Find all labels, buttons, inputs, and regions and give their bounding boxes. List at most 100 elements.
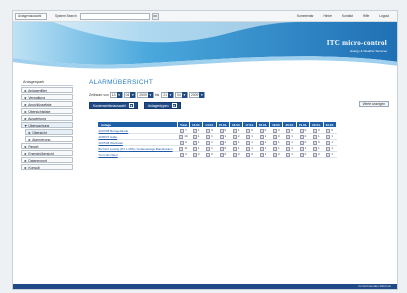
alarm-icon[interactable] xyxy=(326,134,331,139)
alarm-icon[interactable] xyxy=(313,134,318,139)
alarm-icon[interactable] xyxy=(272,134,277,139)
alarm-icon[interactable] xyxy=(299,152,304,157)
alarm-icon[interactable] xyxy=(219,146,224,151)
alarm-icon[interactable] xyxy=(259,152,264,157)
alarm-icon[interactable] xyxy=(259,134,264,139)
system-search-input[interactable] xyxy=(79,12,150,20)
alarm-count: 3 xyxy=(185,152,187,157)
sidebar-item-konsult[interactable]: ► Konsult xyxy=(21,164,73,170)
sidebar-item-anlagenfilter[interactable]: ► Anlagenfilter xyxy=(21,87,73,93)
alarm-icon[interactable] xyxy=(180,152,185,157)
alarm-icon[interactable] xyxy=(192,140,197,145)
sidebar-item-verwaltung[interactable]: ► Verwaltung xyxy=(21,94,73,100)
alarm-icon[interactable] xyxy=(179,134,184,139)
alarm-icon[interactable] xyxy=(326,152,331,157)
alarm-icon[interactable] xyxy=(206,152,211,157)
to-year-select[interactable]: 2009 ▼ xyxy=(188,92,206,98)
alarm-icon[interactable] xyxy=(272,146,277,151)
plant-select[interactable]: Anlagenauswahl xyxy=(15,12,47,20)
plant-type-select[interactable]: Anlagentypen ▼ xyxy=(143,102,181,109)
alarm-icon[interactable] xyxy=(299,134,304,139)
alarm-icon[interactable] xyxy=(313,152,318,157)
alarm-icon[interactable] xyxy=(286,140,291,145)
alarm-icon[interactable] xyxy=(299,140,304,145)
alarm-icon[interactable] xyxy=(206,134,211,139)
alarm-icon[interactable] xyxy=(286,134,291,139)
sidebar-item-energieuebersicht[interactable]: ► Energieübersicht xyxy=(21,150,73,156)
cost-center-select[interactable]: Kostenstellenauswahl ▼ xyxy=(89,102,138,109)
link-help[interactable]: Hilfe xyxy=(363,14,369,18)
alarm-icon[interactable] xyxy=(313,140,318,145)
search-ok-button[interactable]: OK xyxy=(151,12,159,20)
alarm-icon[interactable] xyxy=(246,128,251,133)
link-comment[interactable]: Kommentar xyxy=(297,14,313,18)
alarm-icon[interactable] xyxy=(299,128,304,133)
alarm-icon[interactable] xyxy=(180,140,185,145)
alarm-icon[interactable] xyxy=(232,152,237,157)
alarm-icon[interactable] xyxy=(313,146,318,151)
sidebar-item-label: Anlagenfilter xyxy=(28,89,47,93)
sidebar-item-label: Report xyxy=(28,145,39,149)
link-back[interactable]: Hinter xyxy=(324,14,333,18)
from-month-select[interactable]: 04 ▼ xyxy=(123,92,137,98)
alarm-icon[interactable] xyxy=(219,152,224,157)
alarm-icon[interactable] xyxy=(206,128,211,133)
sidebar-item-ueberwachung[interactable]: ▼ Überwachung xyxy=(21,122,73,128)
alarm-icon[interactable] xyxy=(192,152,197,157)
plant-link[interactable]: BV Dorf Leipzig (PV 1 MW) / Außenanlage … xyxy=(97,145,178,152)
from-day-select[interactable]: 13 ▼ xyxy=(109,92,123,98)
sidebar-item-uebersichtsliste[interactable]: ► Übersichtsliste xyxy=(21,108,73,114)
alarm-count: 1 xyxy=(197,134,200,139)
alarm-icon[interactable] xyxy=(219,134,224,139)
sidebar-item-uebersicht[interactable]: ► Übersicht xyxy=(25,129,73,135)
to-day-select[interactable]: 21 ▼ xyxy=(161,92,175,98)
alarm-icon[interactable] xyxy=(246,152,251,157)
sidebar-item-auswertung[interactable]: ► Auswertung xyxy=(21,115,73,121)
show-values-button[interactable]: Werte anzeigen xyxy=(358,101,389,107)
sidebar-item-alarmierung[interactable]: ► Alarmierung xyxy=(25,136,73,142)
alarm-icon[interactable] xyxy=(259,128,264,133)
alarm-icon[interactable] xyxy=(232,128,237,133)
alarm-icon[interactable] xyxy=(259,146,264,151)
alarm-icon[interactable] xyxy=(326,140,331,145)
from-year-select[interactable]: 2009 ▼ xyxy=(137,92,154,98)
alarm-count: 0 xyxy=(291,128,293,133)
alarm-icon[interactable] xyxy=(219,140,224,145)
alarm-icon[interactable] xyxy=(272,128,277,133)
alarm-icon[interactable] xyxy=(180,128,185,133)
alarm-icon[interactable] xyxy=(192,134,197,139)
alarm-count: 1 xyxy=(291,134,293,139)
to-month-select[interactable]: 04 ▼ xyxy=(175,92,188,98)
alarm-count: 0 xyxy=(318,140,320,145)
alarm-icon[interactable] xyxy=(272,152,277,157)
alarm-icon[interactable] xyxy=(219,128,224,133)
link-logout[interactable]: Logout xyxy=(379,14,389,18)
alarm-icon[interactable] xyxy=(232,140,237,145)
alarm-icon[interactable] xyxy=(206,140,211,145)
alarm-icon[interactable] xyxy=(192,146,197,151)
alarm-icon[interactable] xyxy=(286,152,291,157)
alarm-icon[interactable] xyxy=(286,146,291,151)
alarm-icon[interactable] xyxy=(246,140,251,145)
sidebar-item-report[interactable]: ► Report xyxy=(21,143,73,149)
alarm-count: 9 xyxy=(185,140,187,145)
plant-link[interactable]: Turm EU-Wert xyxy=(97,151,178,158)
alarm-count: 1 xyxy=(197,140,200,145)
alarm-icon[interactable] xyxy=(232,146,237,151)
alarm-icon[interactable] xyxy=(326,128,331,133)
sidebar-item-anschluesseliste[interactable]: ► Anschlüsseliste xyxy=(21,101,73,107)
alarm-icon[interactable] xyxy=(206,146,211,151)
alarm-icon[interactable] xyxy=(232,134,237,139)
alarm-icon[interactable] xyxy=(286,128,291,133)
sidebar-item-datenexport[interactable]: ► Datenexport xyxy=(21,157,73,163)
alarm-icon[interactable] xyxy=(326,146,331,151)
alarm-icon[interactable] xyxy=(299,146,304,151)
alarm-icon[interactable] xyxy=(246,134,251,139)
alarm-icon[interactable] xyxy=(313,128,318,133)
alarm-icon[interactable] xyxy=(259,140,264,145)
link-contact[interactable]: Kontakt xyxy=(342,14,353,18)
alarm-icon[interactable] xyxy=(179,146,184,151)
alarm-icon[interactable] xyxy=(192,128,197,133)
alarm-icon[interactable] xyxy=(272,140,277,145)
alarm-icon[interactable] xyxy=(246,146,251,151)
